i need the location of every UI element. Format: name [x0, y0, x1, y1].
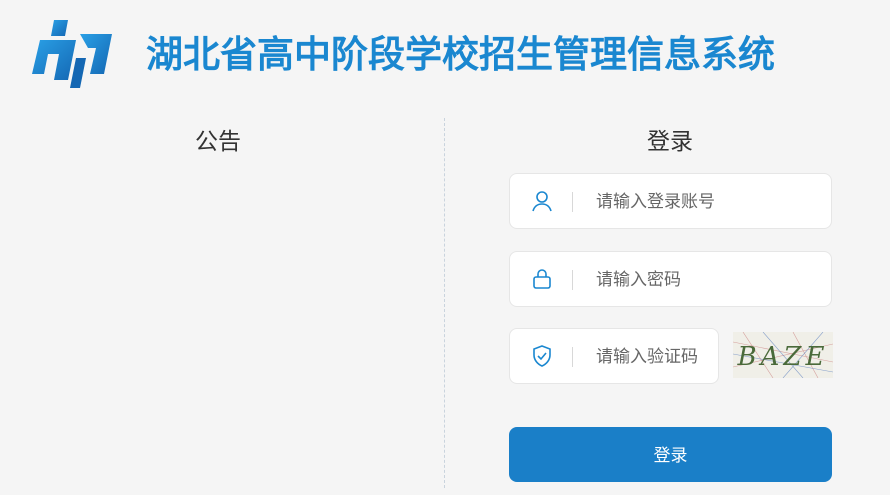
page-title: 湖北省高中阶段学校招生管理信息系统: [146, 33, 775, 76]
lock-icon: [533, 269, 551, 289]
password-field[interactable]: [509, 251, 832, 307]
section-divider: [444, 118, 445, 488]
login-heading: 登录: [647, 129, 693, 155]
user-icon: [532, 191, 552, 212]
captcha-input[interactable]: [594, 339, 718, 375]
field-separator: [572, 347, 573, 367]
captcha-image[interactable]: BAZE: [733, 332, 833, 378]
notice-heading: 公告: [195, 129, 241, 155]
captcha-field[interactable]: [509, 328, 719, 384]
username-input[interactable]: [594, 184, 818, 220]
field-separator: [572, 270, 573, 290]
login-button[interactable]: 登录: [509, 427, 832, 482]
hubei-admission-logo-icon: [32, 20, 112, 88]
shield-check-icon: [533, 345, 551, 367]
password-input[interactable]: [594, 262, 818, 298]
field-separator: [572, 192, 573, 212]
captcha-text: BAZE: [737, 342, 829, 372]
page-header: 湖北省高中阶段学校招生管理信息系统: [0, 0, 890, 95]
username-field[interactable]: [509, 173, 832, 229]
